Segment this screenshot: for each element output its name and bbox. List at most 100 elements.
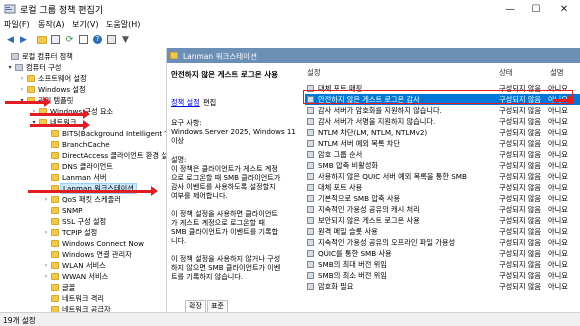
folder-icon[interactable] bbox=[36, 34, 47, 45]
tree-node[interactable]: › TCPIP 설정 bbox=[0, 227, 166, 238]
folder-icon bbox=[27, 75, 35, 82]
menu-view[interactable]: 보기(V) bbox=[72, 19, 98, 30]
setting-comment: 아니요 bbox=[548, 139, 568, 148]
policy-setting-icon bbox=[307, 129, 314, 136]
help-icon[interactable]: ? bbox=[92, 34, 103, 45]
expand-arrow-icon[interactable]: › bbox=[18, 84, 26, 95]
column-header-state[interactable]: 상태 bbox=[499, 67, 513, 78]
tree-node[interactable]: DirectAccess 클라이언트 환경 설정 bbox=[0, 150, 166, 161]
tree-node[interactable]: › QoS 패킷 스케줄러 bbox=[0, 194, 166, 205]
column-header-comment[interactable]: 설명 bbox=[550, 67, 564, 78]
export-list-icon[interactable] bbox=[78, 34, 89, 45]
description-heading: 안전하지 않은 게스트 로그온 사용 bbox=[171, 70, 279, 79]
minimize-button[interactable]: — bbox=[496, 0, 524, 18]
list-item[interactable]: 암호화 필요 구성되지 않음 아니요 bbox=[305, 281, 580, 292]
tree-node[interactable]: › 소프트웨어 설정 bbox=[0, 73, 166, 84]
policy-setting-icon bbox=[307, 151, 314, 158]
setting-name: 사용하지 않은 QUIC 서버 예외 목록을 통한 SMB bbox=[318, 172, 467, 181]
list-item[interactable]: 감사 서버가 서명을 지원하지 않습니다. 구성되지 않음 아니요 bbox=[305, 116, 580, 127]
back-icon[interactable]: ◀ bbox=[5, 34, 16, 45]
tree-node-label: WLAN 서비스 bbox=[62, 261, 106, 270]
list-item[interactable]: NTLM 서버 예외 목록 차단 구성되지 않음 아니요 bbox=[305, 138, 580, 149]
list-item[interactable]: NTLM 차단(LM, NTLM, NTLMv2) 구성되지 않음 아니요 bbox=[305, 127, 580, 138]
list-item[interactable]: 감사 서버가 암호화를 지원하지 않습니다. 구성되지 않음 아니요 bbox=[305, 105, 580, 116]
tree-node[interactable]: SNMP bbox=[0, 205, 166, 216]
tree-node[interactable]: Windows 연결 관리자 bbox=[0, 249, 166, 260]
setting-comment: 아니요 bbox=[548, 205, 568, 214]
list-item[interactable]: SMB 압축 비활성화 구성되지 않음 아니요 bbox=[305, 160, 580, 171]
setting-comment: 아니요 bbox=[548, 161, 568, 170]
tree-node[interactable]: Windows Connect Now bbox=[0, 238, 166, 249]
list-item[interactable]: 암호 그룹 순서 구성되지 않음 아니요 bbox=[305, 149, 580, 160]
filter-icon[interactable]: ▼ bbox=[120, 34, 131, 45]
tree-node[interactable]: 로컬 컴퓨터 정책 bbox=[0, 51, 166, 62]
list-item[interactable]: 지속적인 가용성 공유의 캐시 처리 구성되지 않음 아니요 bbox=[305, 204, 580, 215]
tree-node[interactable]: › Windows 설정 bbox=[0, 84, 166, 95]
collapse-arrow-icon[interactable]: ▾ bbox=[6, 62, 14, 73]
tree-node[interactable]: › WLAN 서비스 bbox=[0, 260, 166, 271]
setting-state: 구성되지 않음 bbox=[499, 282, 541, 291]
expand-arrow-icon[interactable]: › bbox=[42, 260, 50, 271]
setting-name: 감사 서버가 암호화를 지원하지 않습니다. bbox=[318, 106, 442, 115]
tree-node[interactable]: › WWAN 서비스 bbox=[0, 271, 166, 282]
computer-icon bbox=[15, 64, 23, 71]
policy-setting-icon bbox=[307, 173, 314, 180]
tree-node[interactable]: DNS 클라이언트 bbox=[0, 161, 166, 172]
policy-setting-icon bbox=[307, 162, 314, 169]
refresh-icon[interactable]: ⟳ bbox=[64, 34, 75, 45]
list-item[interactable]: SMB의 최소 버전 위임 구성되지 않음 아니요 bbox=[305, 270, 580, 281]
expand-arrow-icon[interactable]: › bbox=[42, 227, 50, 238]
setting-state: 구성되지 않음 bbox=[499, 106, 541, 115]
setting-name: QUIC를 통한 SMB 사용 bbox=[318, 249, 392, 258]
expand-arrow-icon[interactable]: › bbox=[18, 73, 26, 84]
tree-node-label: Windows Connect Now bbox=[62, 239, 145, 248]
setting-state: 구성되지 않음 bbox=[499, 238, 541, 247]
folder-icon bbox=[51, 163, 59, 170]
setting-state: 구성되지 않음 bbox=[499, 172, 541, 181]
setting-comment: 아니요 bbox=[548, 106, 568, 115]
folder-icon bbox=[51, 218, 59, 225]
tree-node-label: DirectAccess 클라이언트 환경 설정 bbox=[62, 151, 167, 160]
folder-icon bbox=[51, 284, 59, 291]
tree-node[interactable]: 네트워크 공급자 bbox=[0, 304, 166, 312]
maximize-button[interactable]: ☐ bbox=[522, 0, 550, 18]
folder-icon bbox=[170, 52, 178, 59]
tree-node[interactable]: 네트워크 격리 bbox=[0, 293, 166, 304]
setting-state: 구성되지 않음 bbox=[499, 128, 541, 137]
setting-name: 지속적인 가용성 공유의 오프라인 파일 가용성 bbox=[318, 238, 456, 247]
list-item[interactable]: 원격 메일 슬롯 사용 구성되지 않음 아니요 bbox=[305, 226, 580, 237]
close-button[interactable]: ✕ bbox=[550, 0, 578, 18]
tree-node-label: Lanman 서버 bbox=[62, 173, 107, 182]
tree-node[interactable]: BranchCache bbox=[0, 139, 166, 150]
list-item[interactable]: 사용하지 않은 QUIC 서버 예외 목록을 통한 SMB 구성되지 않음 아니요 bbox=[305, 171, 580, 182]
show-hide-tree-icon[interactable] bbox=[50, 34, 61, 45]
list-item[interactable]: 대체 포트 사용 구성되지 않음 아니요 bbox=[305, 182, 580, 193]
folder-icon bbox=[51, 152, 59, 159]
tree-node[interactable]: ▾ 컴퓨터 구성 bbox=[0, 62, 166, 73]
tree-node[interactable]: SSL 구성 설정 bbox=[0, 216, 166, 227]
setting-comment: 아니요 bbox=[548, 260, 568, 269]
expand-arrow-icon[interactable]: › bbox=[42, 194, 50, 205]
details-pane: Lanman 워크스테이션 안전하지 않은 게스트 로그온 사용 정책 설정 편… bbox=[167, 48, 580, 312]
forward-icon[interactable]: ▶ bbox=[18, 34, 29, 45]
setting-name: 대체 포트 사용 bbox=[318, 183, 363, 192]
properties-icon[interactable] bbox=[106, 34, 117, 45]
list-item[interactable]: 기본적으로 SMB 압축 사용 구성되지 않음 아니요 bbox=[305, 193, 580, 204]
menu-file[interactable]: 파일(F) bbox=[4, 19, 30, 30]
list-item[interactable]: SMB의 최대 버전 위임 구성되지 않음 아니요 bbox=[305, 259, 580, 270]
extended-description-panel: 안전하지 않은 게스트 로그온 사용 정책 설정 편집 요구 사항: Windo… bbox=[167, 63, 301, 300]
tree-node[interactable]: 글꼴 bbox=[0, 282, 166, 293]
menu-help[interactable]: 도움말(H) bbox=[106, 19, 140, 30]
list-item[interactable]: 지속적인 가용성 공유의 오프라인 파일 가용성 구성되지 않음 아니요 bbox=[305, 237, 580, 248]
folder-icon bbox=[51, 295, 59, 302]
edit-policy-link[interactable]: 정책 설정 bbox=[171, 98, 200, 108]
expand-arrow-icon[interactable]: › bbox=[42, 271, 50, 282]
group-policy-app-icon bbox=[4, 4, 16, 14]
tree-node[interactable]: Lanman 서버 bbox=[0, 172, 166, 183]
list-item[interactable]: QUIC를 통한 SMB 사용 구성되지 않음 아니요 bbox=[305, 248, 580, 259]
column-header-setting[interactable]: 설정 bbox=[307, 67, 321, 78]
menu-action[interactable]: 동작(A) bbox=[38, 19, 64, 30]
list-item[interactable]: 보안되지 않은 게스트 로그온 사용 구성되지 않음 아니요 bbox=[305, 215, 580, 226]
menu-bar: 파일(F) 동작(A) 보기(V) 도움말(H) bbox=[0, 18, 580, 31]
annotation-arrow bbox=[30, 109, 90, 119]
